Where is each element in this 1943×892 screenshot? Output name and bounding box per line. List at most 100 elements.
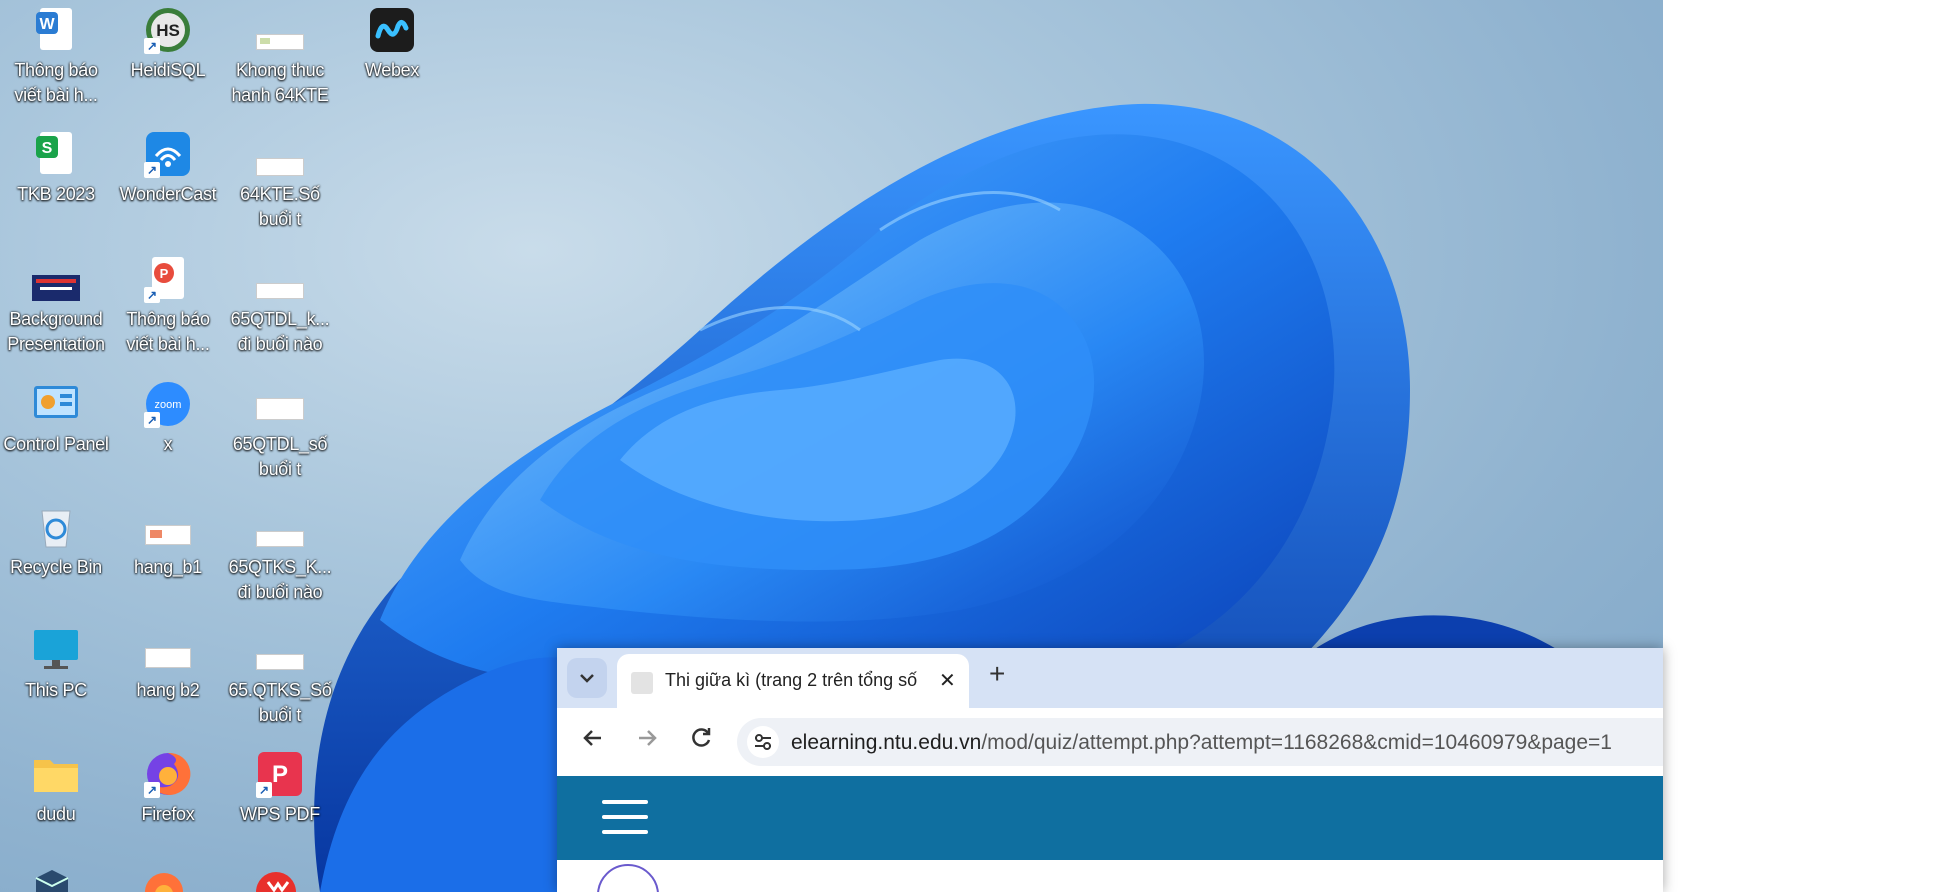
desktop-icon-65qtdl-k[interactable]: 65QTDL_k... đi buổi nào: [224, 255, 336, 357]
document-thumbnail-icon: [144, 503, 192, 551]
control-panel-icon: [32, 380, 80, 428]
svg-text:W: W: [39, 16, 55, 33]
spreadsheet-icon: S: [32, 130, 80, 178]
svg-text:P: P: [160, 266, 169, 281]
heidisql-icon: HS ↗: [144, 6, 192, 54]
page-content: [557, 860, 1663, 892]
shortcut-arrow-icon: ↗: [144, 287, 160, 303]
desktop-icon-label: 65QTKS_K... đi buổi nào: [228, 557, 332, 602]
browser-window: Thi giữa kì (trang 2 trên tổng số ✕ + el…: [557, 648, 1663, 892]
desktop-icon-label: Firefox: [141, 804, 195, 824]
document-thumbnail-icon: [144, 626, 192, 674]
image-thumbnail-icon: [32, 255, 80, 303]
site-logo: [597, 864, 659, 892]
shortcut-arrow-icon: ↗: [144, 782, 160, 798]
document-thumbnail-icon: [256, 380, 304, 428]
tab-search-button[interactable]: [567, 658, 607, 698]
desktop-icon-word-notice[interactable]: W Thông báo viết bài h...: [0, 6, 112, 108]
desktop-icon-label: 64KTE.Số buổi t: [240, 184, 320, 229]
desktop-icon-65qtdl-so[interactable]: 65QTDL_số buổi t: [224, 380, 336, 482]
document-thumbnail-icon: [256, 503, 304, 551]
url-path: /mod/quiz/attempt.php?attempt=1168268&cm…: [981, 731, 1612, 754]
desktop-icon-wondercast[interactable]: ↗ WonderCast: [112, 130, 224, 207]
tab-strip: Thi giữa kì (trang 2 trên tổng số ✕ +: [557, 648, 1663, 708]
webex-icon: [368, 6, 416, 54]
desktop-icon-pdf-notice[interactable]: P ↗ Thông báo viết bài h...: [112, 255, 224, 357]
back-button[interactable]: [579, 724, 607, 759]
desktop-icon-label: Thông báo viết bài h...: [14, 60, 98, 105]
desktop-icon-label: 65QTDL_k... đi buổi nào: [230, 309, 330, 354]
desktop-icon-label: x: [163, 434, 173, 454]
desktop-icon-zoom[interactable]: zoom ↗ x: [112, 380, 224, 457]
zoom-icon: zoom ↗: [144, 380, 192, 428]
desktop-icon-65qtks-so[interactable]: 65.QTKS_Số buổi t: [224, 626, 336, 728]
desktop-icon-64kte[interactable]: 64KTE.Số buổi t: [224, 130, 336, 232]
reload-button[interactable]: [687, 724, 715, 759]
desktop-icon-label: WPS PDF: [240, 804, 320, 824]
desktop-icon-firefox[interactable]: ↗ Firefox: [112, 750, 224, 827]
desktop-icon-dudu-folder[interactable]: dudu: [0, 750, 112, 827]
desktop-icon-label: dudu: [36, 804, 76, 824]
arrow-right-icon: [639, 730, 657, 746]
desktop-icon-65qtks-k[interactable]: 65QTKS_K... đi buổi nào: [224, 503, 336, 605]
desktop-icon-label: HeidiSQL: [130, 60, 206, 80]
shortcut-arrow-icon: ↗: [144, 162, 160, 178]
shortcut-arrow-icon: ↗: [256, 782, 272, 798]
firefox-icon: ↗: [144, 750, 192, 798]
word-doc-icon: W: [32, 6, 80, 54]
menu-hamburger-icon[interactable]: [602, 800, 648, 834]
desktop-icon-label: Background Presentation: [7, 309, 105, 354]
tab-active[interactable]: Thi giữa kì (trang 2 trên tổng số ✕: [617, 654, 969, 708]
wps-pdf-icon: P ↗: [256, 750, 304, 798]
site-favicon-icon: [631, 672, 653, 694]
forward-button[interactable]: [633, 724, 661, 759]
monitor-icon: [32, 626, 80, 674]
document-thumbnail-icon: [256, 6, 304, 54]
svg-text:zoom: zoom: [155, 399, 182, 411]
chevron-down-icon: [580, 674, 594, 683]
desktop-icon-label: 65QTDL_số buổi t: [232, 434, 328, 479]
svg-text:HS: HS: [156, 21, 180, 40]
desktop-icon-label: Thông báo viết bài h...: [126, 309, 210, 354]
recycle-bin-icon: [32, 503, 80, 551]
desktop-icon-control-panel[interactable]: Control Panel: [0, 380, 112, 457]
desktop-icon-khong-thuc-hanh[interactable]: Khong thuc hanh 64KTE: [224, 6, 336, 108]
svg-text:S: S: [42, 140, 53, 157]
document-thumbnail-icon: [256, 626, 304, 674]
firefox-icon[interactable]: [144, 870, 184, 892]
document-thumbnail-icon: [256, 255, 304, 303]
desktop-icon-webex[interactable]: Webex: [336, 6, 448, 83]
desktop-icon-label: 65.QTKS_Số buổi t: [228, 680, 332, 725]
desktop-icon-label: WonderCast: [119, 184, 217, 204]
desktop-icon-heidisql[interactable]: HS ↗ HeidiSQL: [112, 6, 224, 83]
desktop-icon-label: Recycle Bin: [10, 557, 102, 577]
desktop-icon-recycle-bin[interactable]: Recycle Bin: [0, 503, 112, 580]
new-tab-button[interactable]: +: [989, 658, 1005, 690]
site-header-bar: [557, 776, 1663, 860]
desktop-icon-wps-pdf[interactable]: P ↗ WPS PDF: [224, 750, 336, 827]
close-icon[interactable]: ✕: [939, 668, 956, 693]
desktop-icon-hang-b1[interactable]: hang_b1: [112, 503, 224, 580]
desktop-icon-this-pc[interactable]: This PC: [0, 626, 112, 703]
url-text[interactable]: elearning.ntu.edu.vn/mod/quiz/attempt.ph…: [791, 731, 1612, 755]
wondercast-icon: ↗: [144, 130, 192, 178]
site-settings-icon[interactable]: [747, 726, 779, 758]
desktop-icon-label: Control Panel: [3, 434, 109, 454]
desktop-icon-tkb[interactable]: S TKB 2023: [0, 130, 112, 207]
shortcut-arrow-icon: ↗: [144, 412, 160, 428]
desktop-icon-label: TKB 2023: [17, 184, 95, 204]
svg-text:P: P: [272, 761, 288, 788]
browser-toolbar: elearning.ntu.edu.vn/mod/quiz/attempt.ph…: [557, 708, 1663, 777]
desktop-icon-label: Khong thuc hanh 64KTE: [231, 60, 329, 105]
reload-icon: [692, 728, 711, 747]
desktop-icon-hang-b2[interactable]: hang b2: [112, 626, 224, 703]
wps-office-icon[interactable]: [256, 868, 296, 892]
desktop-icon-label: This PC: [25, 680, 87, 700]
desktop-icon-label: hang b2: [136, 680, 200, 700]
virtualbox-icon[interactable]: [32, 868, 72, 892]
desktop-icon-label: hang_b1: [134, 557, 202, 577]
document-thumbnail-icon: [256, 130, 304, 178]
desktop-icon-background-presentation[interactable]: Background Presentation: [0, 255, 112, 357]
desktop-icon-label: Webex: [364, 60, 420, 80]
address-bar[interactable]: elearning.ntu.edu.vn/mod/quiz/attempt.ph…: [737, 718, 1663, 766]
